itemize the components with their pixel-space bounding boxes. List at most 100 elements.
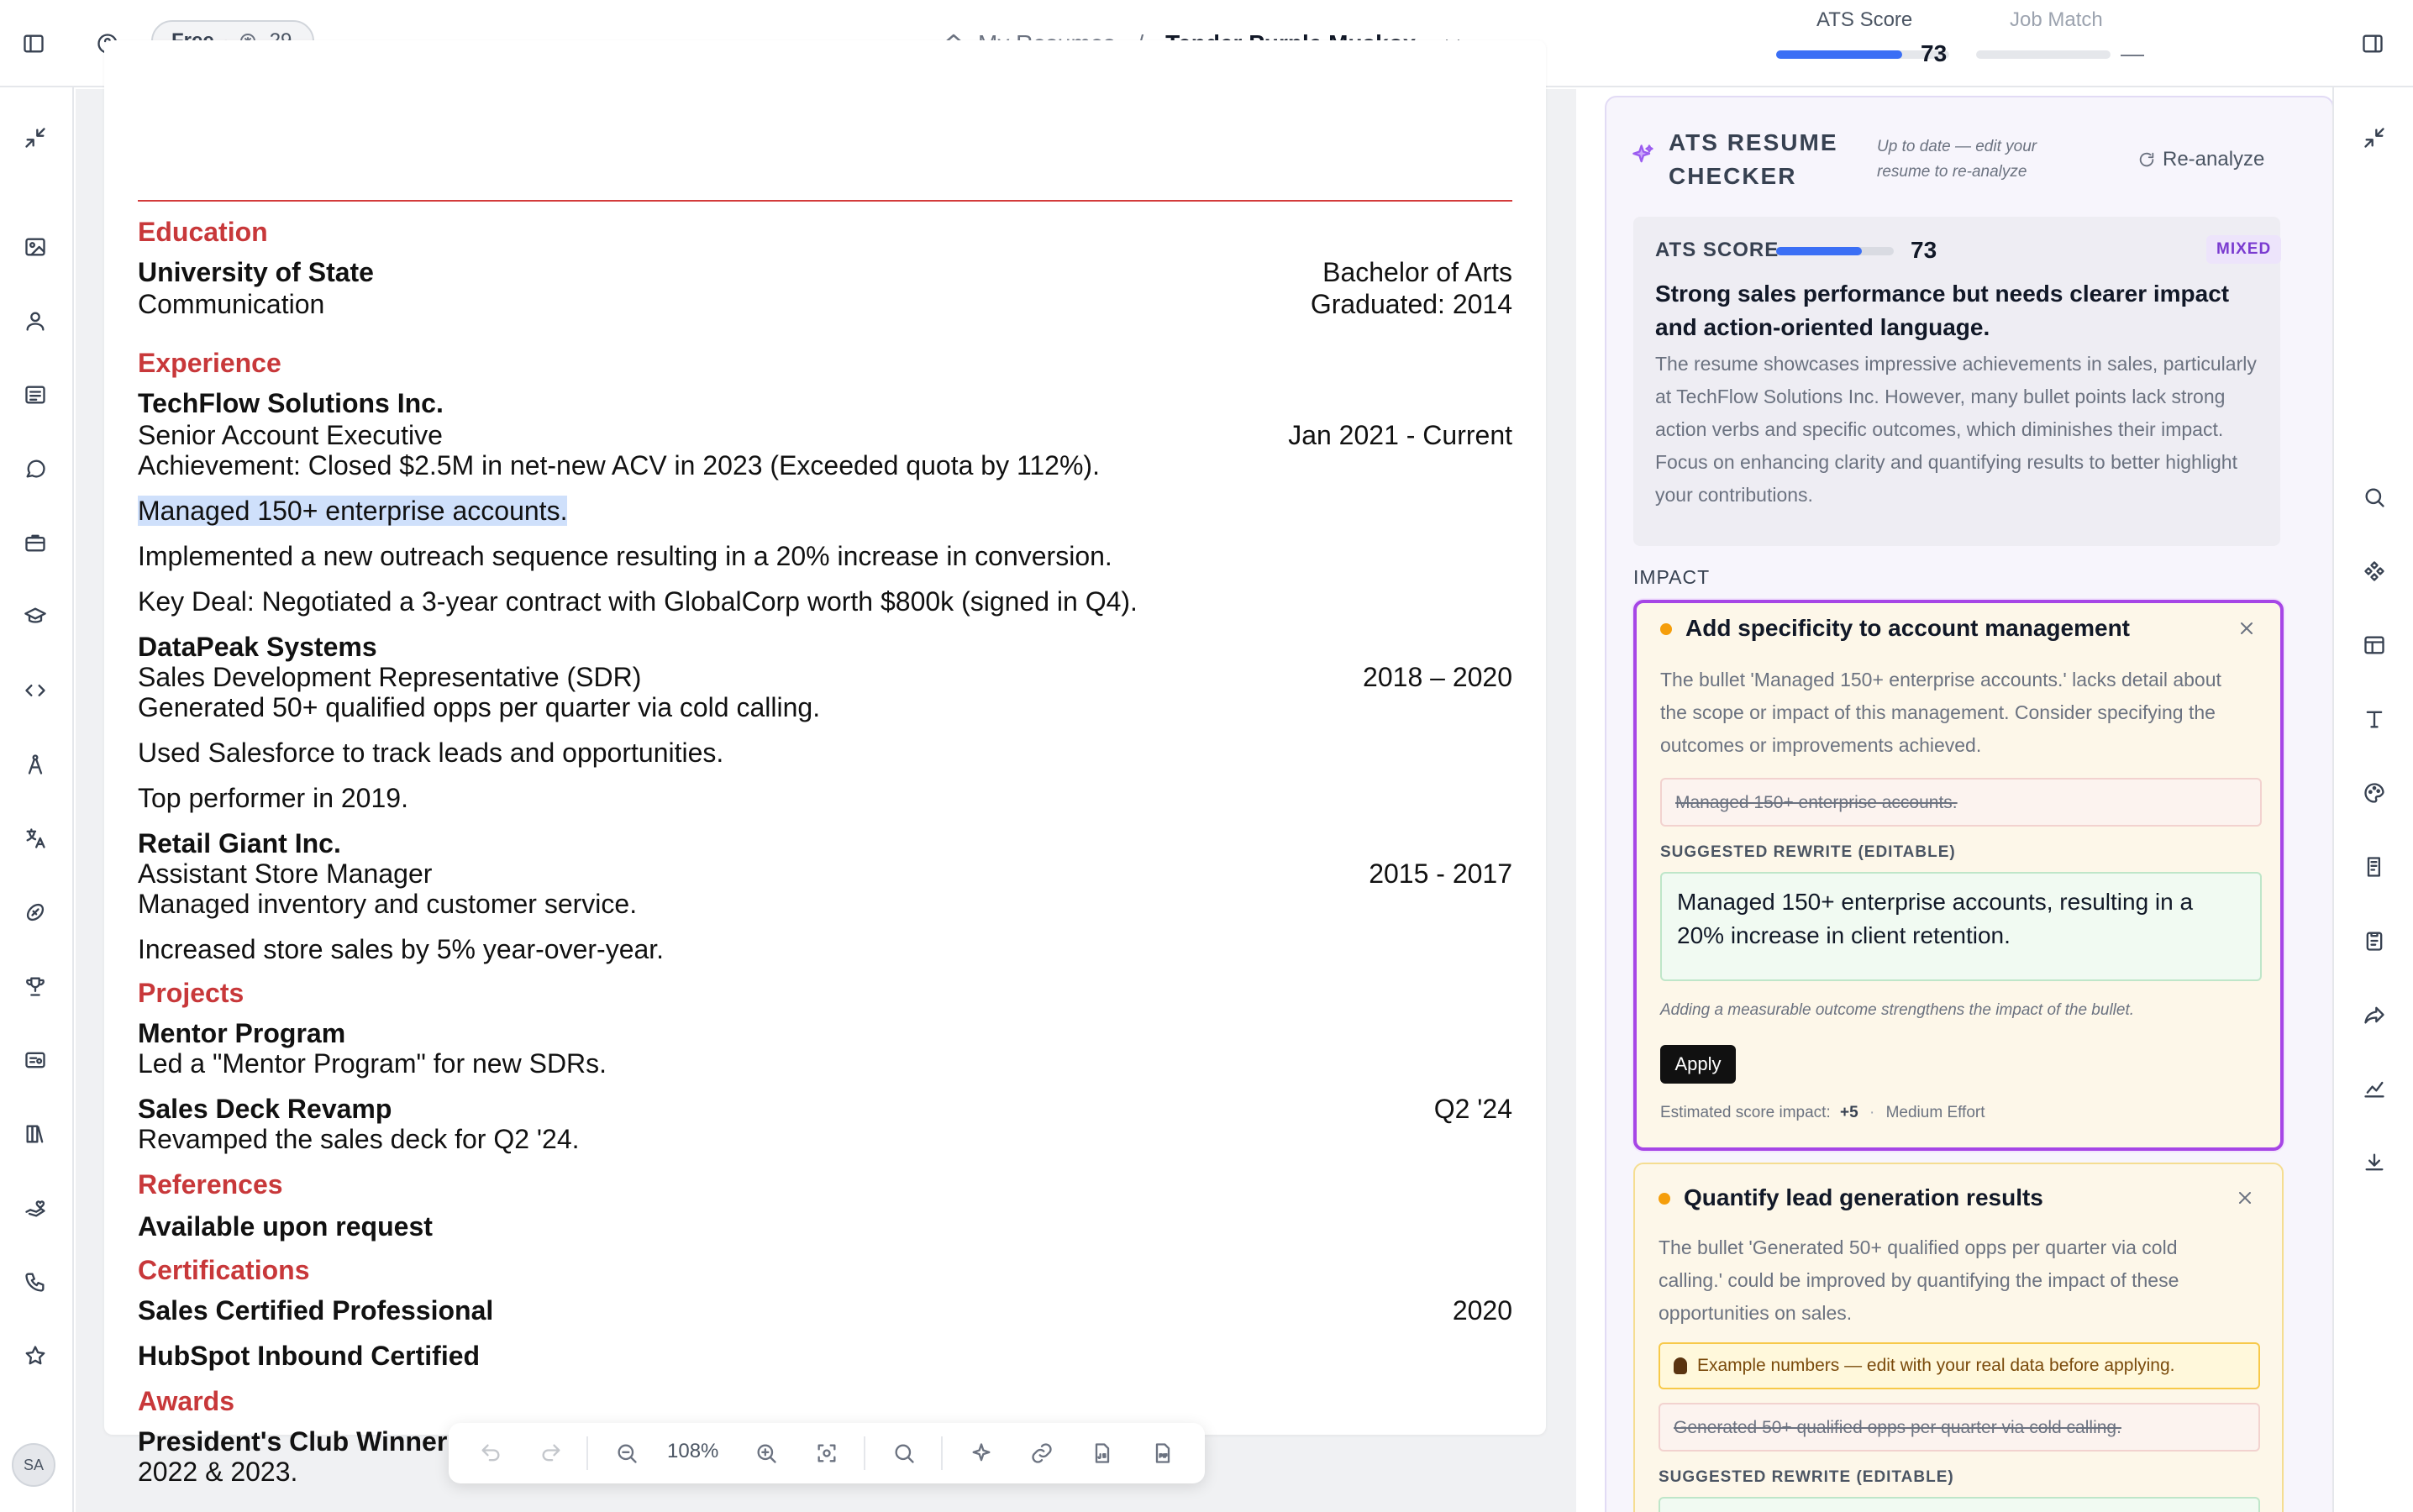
floating-toolbar: 108%: [449, 1423, 1205, 1483]
section-heading-awards[interactable]: Awards: [138, 1386, 234, 1417]
project-date[interactable]: Q2 '24: [1434, 1094, 1512, 1125]
job-bullet[interactable]: Achievement: Closed $2.5M in net-new ACV…: [138, 450, 1100, 481]
zoom-in-icon[interactable]: [748, 1435, 785, 1472]
section-heading-education[interactable]: Education: [138, 217, 268, 248]
link-icon[interactable]: [1023, 1435, 1060, 1472]
star-icon[interactable]: [17, 1337, 54, 1374]
share-icon[interactable]: [2356, 996, 2393, 1033]
code-icon[interactable]: [17, 672, 54, 709]
status-badge: MIXED: [2206, 235, 2282, 264]
clipboard-icon[interactable]: [2356, 922, 2393, 959]
phone-icon[interactable]: [17, 1263, 54, 1300]
suggestion-card[interactable]: Add specificity to account management Th…: [1633, 600, 2284, 1151]
header-divider: [138, 200, 1512, 202]
certificate-icon[interactable]: [17, 1042, 54, 1079]
components-icon[interactable]: [2356, 553, 2393, 590]
zoom-out-icon[interactable]: [608, 1435, 645, 1472]
certification-year[interactable]: 2020: [1453, 1295, 1512, 1326]
highlighted-text[interactable]: Managed 150+ enterprise accounts.: [138, 496, 568, 526]
graduation-cap-icon[interactable]: [17, 598, 54, 635]
collapse-icon[interactable]: [17, 119, 54, 156]
project-desc[interactable]: Led a "Mentor Program" for new SDRs.: [138, 1048, 607, 1079]
award-name[interactable]: President's Club Winner: [138, 1426, 447, 1457]
job-dates[interactable]: 2015 - 2017: [1369, 858, 1512, 890]
apply-button[interactable]: Apply: [1660, 1045, 1736, 1084]
export-js-icon[interactable]: [1084, 1435, 1121, 1472]
job-bullet-highlighted[interactable]: Managed 150+ enterprise accounts.: [138, 496, 568, 527]
references-text[interactable]: Available upon request: [138, 1211, 433, 1242]
section-heading-projects[interactable]: Projects: [138, 978, 244, 1009]
section-heading-experience[interactable]: Experience: [138, 348, 281, 379]
search-icon[interactable]: [2356, 479, 2393, 516]
typography-icon[interactable]: [2356, 701, 2393, 738]
layout-icon[interactable]: [2356, 627, 2393, 664]
briefcase-icon[interactable]: [17, 524, 54, 561]
search-icon[interactable]: [886, 1435, 923, 1472]
certification-name[interactable]: Sales Certified Professional: [138, 1295, 493, 1326]
redo-icon[interactable]: [533, 1435, 570, 1472]
trophy-icon[interactable]: [17, 968, 54, 1005]
score-summary: ATS SCORE 73 MIXED Strong sales performa…: [1633, 217, 2282, 546]
analytics-icon[interactable]: [2356, 1070, 2393, 1107]
job-bullet[interactable]: Increased store sales by 5% year-over-ye…: [138, 934, 664, 965]
section-heading-references[interactable]: References: [138, 1169, 283, 1200]
award-years[interactable]: 2022 & 2023.: [138, 1457, 297, 1488]
panel-toggle-icon[interactable]: [2354, 25, 2391, 62]
download-icon[interactable]: [2356, 1144, 2393, 1181]
job-company[interactable]: TechFlow Solutions Inc.: [138, 388, 444, 419]
collapse-icon[interactable]: [2356, 119, 2393, 156]
reanalyze-button[interactable]: Re-analyze: [2131, 148, 2264, 171]
job-dates[interactable]: Jan 2021 - Current: [1288, 420, 1512, 451]
section-heading-certifications[interactable]: Certifications: [138, 1255, 309, 1286]
notebook-icon[interactable]: [2356, 848, 2393, 885]
close-icon[interactable]: [2235, 1188, 2255, 1208]
rewrite-textbox[interactable]: [1659, 1497, 2260, 1512]
job-company[interactable]: DataPeak Systems: [138, 632, 377, 663]
suggestion-card[interactable]: Quantify lead generation results The bul…: [1633, 1163, 2284, 1512]
compass-icon[interactable]: [17, 746, 54, 783]
job-title[interactable]: Senior Account Executive: [138, 420, 443, 451]
job-title[interactable]: Assistant Store Manager: [138, 858, 432, 890]
palette-icon[interactable]: [2356, 774, 2393, 811]
education-graduated[interactable]: Graduated: 2014: [1311, 289, 1512, 320]
job-title[interactable]: Sales Development Representative (SDR): [138, 662, 641, 693]
image-icon[interactable]: [17, 228, 54, 265]
hand-heart-icon[interactable]: [17, 1189, 54, 1226]
rewrite-textbox[interactable]: Managed 150+ enterprise accounts, result…: [1660, 872, 2262, 981]
export-pdf-icon[interactable]: [1144, 1435, 1181, 1472]
translate-icon[interactable]: [17, 820, 54, 857]
education-major[interactable]: Communication: [138, 289, 324, 320]
chat-icon[interactable]: [17, 450, 54, 487]
example-warning: Example numbers — edit with your real da…: [1659, 1342, 2260, 1389]
close-icon[interactable]: [2237, 618, 2257, 638]
summary-icon[interactable]: [17, 376, 54, 413]
fit-screen-icon[interactable]: [808, 1435, 845, 1472]
sidebar-toggle-icon[interactable]: [15, 25, 52, 62]
user-icon[interactable]: [17, 302, 54, 339]
certification-name[interactable]: HubSpot Inbound Certified: [138, 1341, 480, 1372]
education-school[interactable]: University of State: [138, 257, 374, 288]
reanalyze-label: Re-analyze: [2163, 148, 2265, 171]
ats-score-label: ATS Score: [1816, 8, 1913, 31]
zoom-level[interactable]: 108%: [667, 1440, 718, 1463]
education-degree[interactable]: Bachelor of Arts: [1322, 257, 1512, 288]
job-bullet[interactable]: Used Salesforce to track leads and oppor…: [138, 738, 723, 769]
ats-checker-panel: ATS RESUME CHECKER Up to date — edit you…: [1605, 96, 2334, 1512]
project-name[interactable]: Sales Deck Revamp: [138, 1094, 392, 1125]
undo-icon[interactable]: [472, 1435, 509, 1472]
ats-score-value: 73: [1921, 40, 1948, 66]
job-bullet[interactable]: Generated 50+ qualified opps per quarter…: [138, 692, 820, 723]
toolbar-divider: [864, 1436, 865, 1470]
football-icon[interactable]: [17, 894, 54, 931]
avatar[interactable]: SA: [12, 1443, 55, 1487]
job-company[interactable]: Retail Giant Inc.: [138, 828, 341, 859]
job-bullet[interactable]: Top performer in 2019.: [138, 783, 408, 814]
job-dates[interactable]: 2018 – 2020: [1363, 662, 1512, 693]
job-bullet[interactable]: Key Deal: Negotiated a 3-year contract w…: [138, 586, 1138, 617]
job-bullet[interactable]: Managed inventory and customer service.: [138, 889, 637, 920]
project-name[interactable]: Mentor Program: [138, 1018, 345, 1049]
project-desc[interactable]: Revamped the sales deck for Q2 '24.: [138, 1124, 580, 1155]
job-bullet[interactable]: Implemented a new outreach sequence resu…: [138, 541, 1112, 572]
books-icon[interactable]: [17, 1116, 54, 1152]
sparkle-icon[interactable]: [963, 1435, 1000, 1472]
